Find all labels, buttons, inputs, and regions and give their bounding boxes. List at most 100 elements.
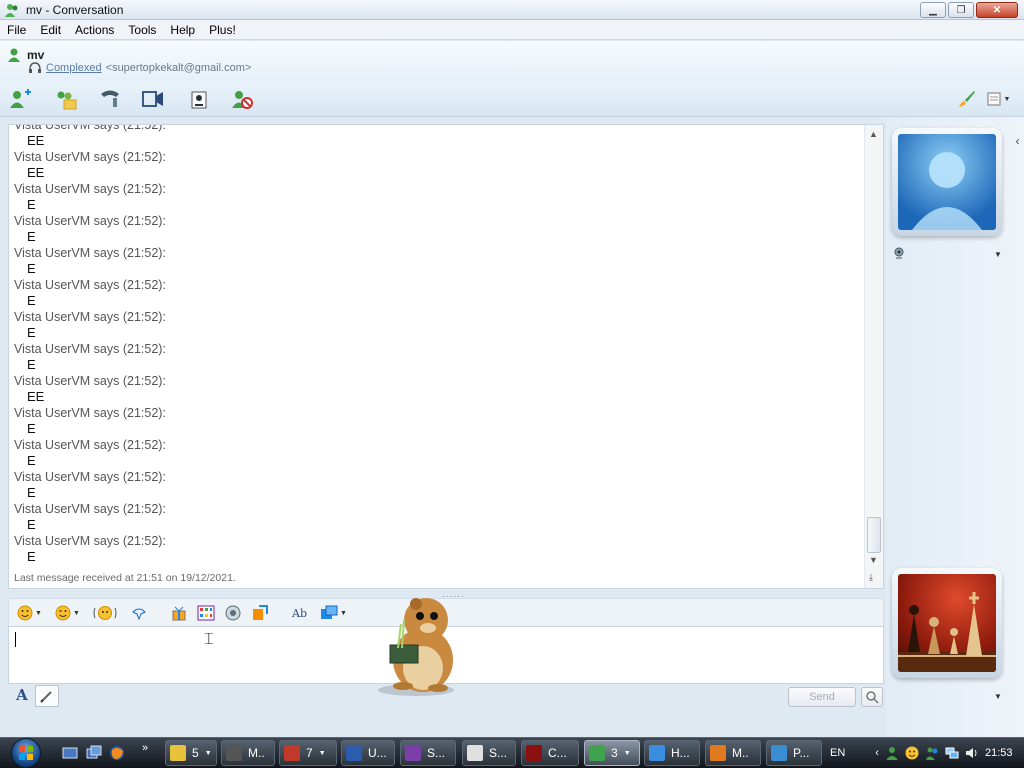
close-button[interactable]: ✕ [976,2,1018,18]
menu-help[interactable]: Help [163,23,202,37]
menu-tools[interactable]: Tools [121,23,163,37]
app-icon [467,745,483,761]
taskbar-button[interactable]: H... [644,740,700,766]
message-sender: Vista UserVM says (21:52): [14,502,166,516]
minimize-button[interactable]: ▁ [920,2,946,18]
chevron-down-icon[interactable]: ▼ [994,692,1002,701]
taskbar-button[interactable]: U... [341,740,395,766]
contact-status-icon [8,48,20,62]
network-icon[interactable] [945,746,959,760]
messenger-tray-icon[interactable] [885,746,899,760]
menu-file[interactable]: File [0,23,33,37]
menu-plus[interactable]: Plus! [202,23,243,37]
send-button[interactable]: Send [788,687,856,707]
search-button[interactable] [861,687,883,707]
taskbar-button[interactable]: S... [462,740,516,766]
taskbar-button-label: C... [548,746,567,760]
quick-launch-overflow-icon[interactable]: » [142,742,148,754]
message-item: Vista UserVM says (21:52): EE [14,149,166,181]
ibeam-cursor-icon: ⌶ [204,631,214,648]
message-sender: Vista UserVM says (21:52): [14,246,166,260]
taskbar-button-label: M.. [732,746,749,760]
maximize-button[interactable]: ❐ [948,2,974,18]
message-item: Vista UserVM says (21:52): E [14,181,166,213]
message-sender: Vista UserVM says (21:52): [14,278,166,292]
history-scrollbar[interactable]: ▲ ▼ ⤓ [864,125,883,588]
theme-button[interactable] [953,87,979,111]
collapse-panel-button[interactable]: ‹ [1011,128,1024,154]
handwriting-button[interactable] [35,685,59,707]
conversation-history[interactable]: Vista UserVM says (21:52): EE Vista UserVM… [8,124,884,589]
show-menu-button[interactable]: ▼ [981,87,1015,111]
taskbar-button[interactable]: M.. [221,740,275,766]
chevron-down-icon: ▼ [1003,95,1011,103]
activities-button[interactable] [186,87,212,111]
message-sender: Vista UserVM says (21:52): [14,125,166,132]
spellcheck-button[interactable]: Ab [291,603,309,623]
volume-icon[interactable] [965,746,979,760]
message-text: E [27,485,36,500]
send-file-button[interactable] [251,603,269,623]
chevron-down-icon: ▼ [623,749,631,757]
scroll-down-icon[interactable]: ▼ [869,555,878,565]
scroll-up-icon[interactable]: ▲ [869,129,878,139]
app-icon [226,745,242,761]
menu-edit[interactable]: Edit [33,23,68,37]
message-text: E [27,453,36,468]
chevron-left-icon: ‹ [1015,134,1020,148]
smiley-tray-icon[interactable] [905,746,919,760]
emoticons-button[interactable]: ▼ [17,603,42,623]
language-indicator[interactable]: EN [830,747,845,759]
firefox-icon[interactable] [109,745,125,761]
taskbar-button[interactable]: M.. [705,740,761,766]
message-item: Vista UserVM says (21:52): E [14,309,166,341]
video-button[interactable] [140,87,166,111]
scroll-to-end-icon[interactable]: ⤓ [869,572,873,583]
taskbar-button[interactable]: P... [766,740,822,766]
taskbar-button[interactable]: 7 ▼ [279,740,337,766]
invite-contact-button[interactable] [8,87,34,111]
taskbar-button[interactable]: 3 ▼ [584,740,640,766]
tray-expand-icon[interactable]: ‹ [875,747,879,759]
speaker-icon [225,605,241,621]
taskbar-button[interactable]: S... [400,740,456,766]
taskbar-button[interactable]: 5 ▼ [165,740,217,766]
audio-button[interactable] [225,603,241,623]
font-button[interactable]: A [12,686,32,706]
message-item: Vista UserVM says (21:52): E [14,405,166,437]
menu-actions[interactable]: Actions [68,23,121,37]
share-files-button[interactable] [53,87,79,111]
minimize-icon: ▁ [929,4,937,16]
clock[interactable]: 21:53 [985,747,1013,759]
title-bar: mv - Conversation ▁ ❐ ✕ [0,0,1024,20]
switch-windows-icon[interactable] [86,745,102,761]
voice-clip-button[interactable] [131,603,147,623]
chevron-down-icon[interactable]: ▼ [994,250,1002,259]
taskbar-button-label: S... [427,746,446,760]
gift-button[interactable] [171,603,187,623]
contact-avatar[interactable] [892,128,1002,236]
search-icon [866,691,879,704]
contacts-tray-icon[interactable] [924,746,939,760]
paintbrush-icon [959,91,975,107]
scroll-thumb[interactable] [867,517,881,553]
webcam-icon[interactable] [893,247,905,259]
show-desktop-icon[interactable] [62,745,78,761]
start-button[interactable] [8,737,44,768]
headphones-icon [29,62,41,73]
games-button[interactable] [197,603,215,623]
app-icon [405,745,421,761]
call-button[interactable] [97,87,123,111]
block-contact-button[interactable] [229,87,255,111]
window-title: mv - Conversation [26,2,124,17]
taskbar-button[interactable]: C... [521,740,579,766]
background-button[interactable]: ▼ [320,603,347,623]
app-icon [589,745,605,761]
personal-message-link[interactable]: Complexed [46,62,102,74]
winks-button[interactable]: ▼ [55,603,80,623]
nudge-button[interactable] [93,603,117,623]
message-item: Vista UserVM says (21:52): EE [14,125,166,149]
voice-clip-icon [132,608,146,621]
my-display-picture[interactable] [892,568,1002,678]
chess-pieces-image [898,592,996,672]
